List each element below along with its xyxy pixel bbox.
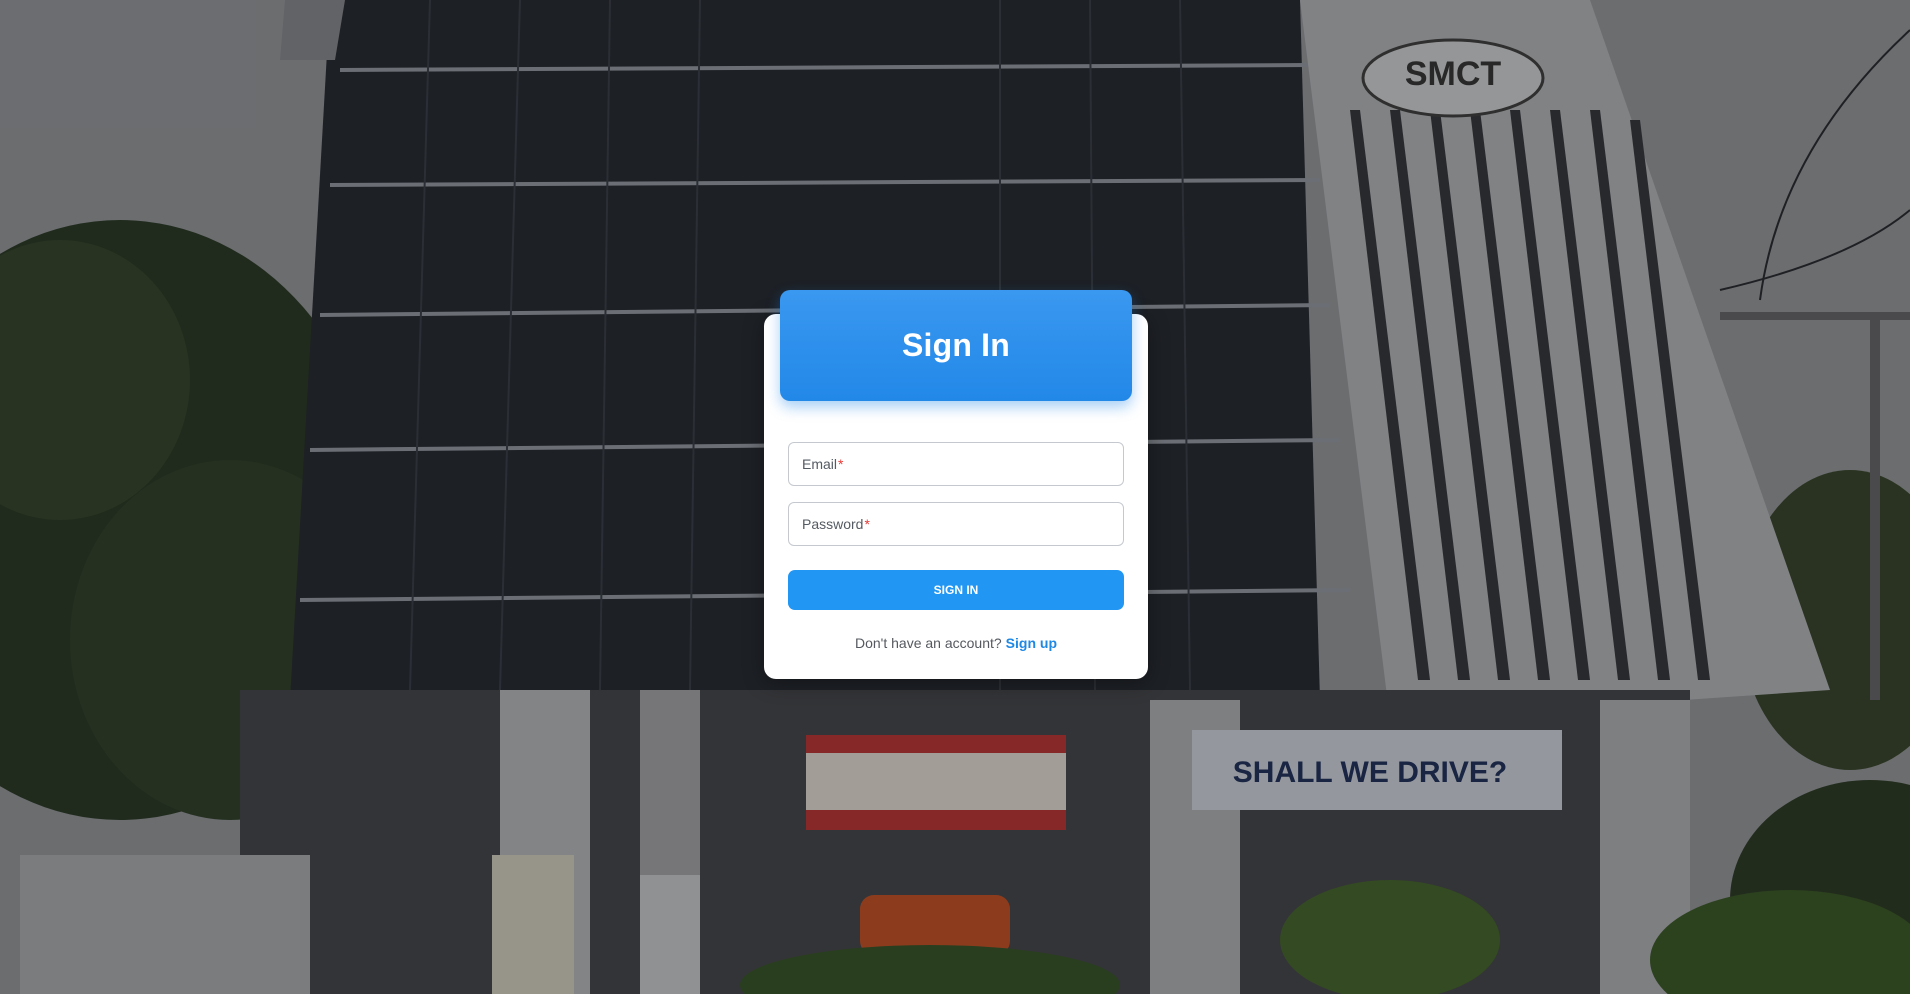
signin-button[interactable]: SIGN IN <box>788 570 1124 610</box>
signup-link[interactable]: Sign up <box>1006 635 1057 651</box>
signup-prompt-text: Don't have an account? <box>855 635 1002 651</box>
signin-title: Sign In <box>901 327 1011 363</box>
email-required-mark: * <box>838 456 844 472</box>
password-label: Password <box>802 516 864 532</box>
email-label: Email <box>802 456 838 472</box>
password-field[interactable]: Password * <box>788 502 1124 546</box>
email-field[interactable]: Email * <box>788 442 1124 486</box>
password-required-mark: * <box>864 516 870 532</box>
signin-card-header: Sign In <box>780 290 1132 401</box>
signup-prompt: Don't have an account? Sign up <box>764 635 1148 651</box>
